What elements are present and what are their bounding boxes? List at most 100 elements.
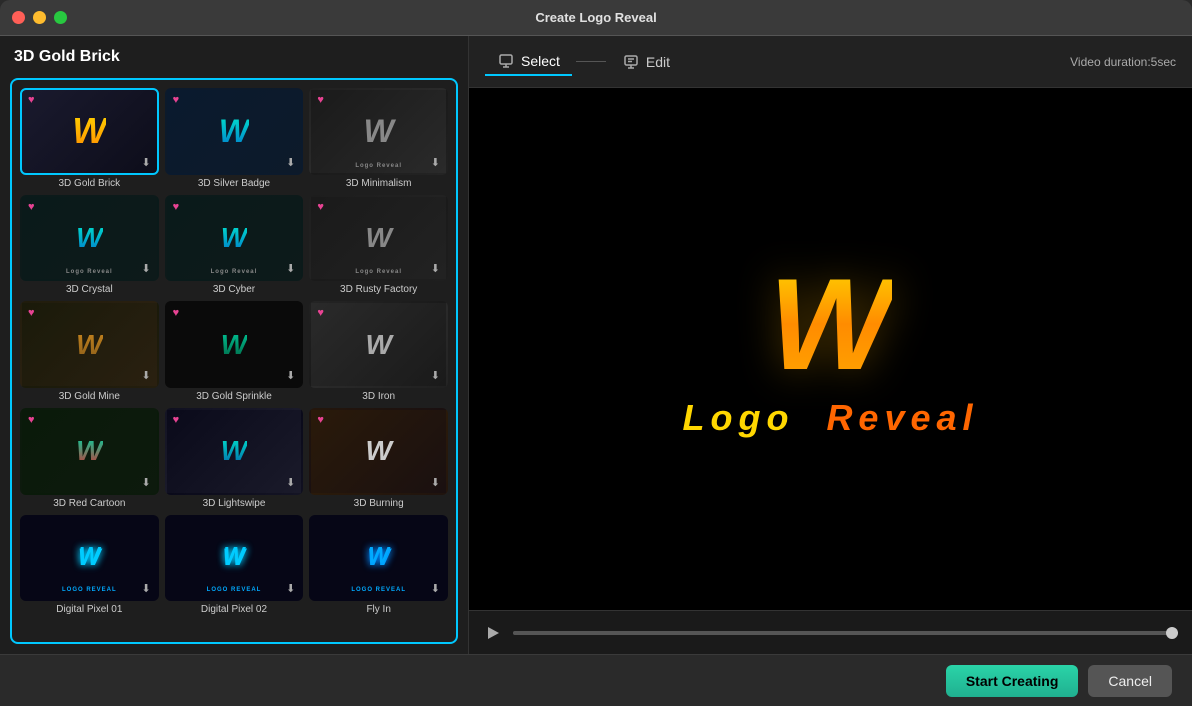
template-thumb: ♥ ⬇ [309,301,448,388]
steps-nav: Select Edit [485,48,1070,76]
maximize-button[interactable] [54,11,67,24]
select-icon [497,52,515,70]
download-icon: ⬇ [431,476,440,489]
template-thumb: ♥ ⬇ [165,301,304,388]
heart-icon: ♥ [28,94,35,106]
template-item-3d-gold-mine[interactable]: ♥ ⬇ 3D Gold Mine [20,301,159,402]
heart-icon: ♥ [28,307,35,319]
heart-icon: ♥ [173,307,180,319]
play-button[interactable] [483,623,503,643]
download-icon: ⬇ [431,582,440,595]
template-label: 3D Silver Badge [198,178,270,189]
download-icon: ⬇ [286,156,295,169]
logo-reveal-label: LOGO REVEAL [351,587,406,593]
template-item-fly-in[interactable]: W LOGO REVEAL ⬇ Fly In [309,515,448,616]
template-item-digital-pixel-02[interactable]: W LOGO REVEAL ⬇ Digital Pixel 02 [165,515,304,616]
step-select[interactable]: Select [485,48,572,76]
heart-icon: ♥ [173,414,180,426]
template-item-3d-minimalism[interactable]: ♥ Logo Reveal ⬇ 3D Minimalism [309,88,448,189]
heart-icon: ♥ [28,414,35,426]
template-label: 3D Red Cartoon [53,498,125,509]
template-item-3d-burning[interactable]: ♥ ⬇ 3D Burning [309,408,448,509]
template-item-3d-gold-brick[interactable]: ♥ ⬇ 3D Gold Brick [20,88,159,189]
download-icon: ⬇ [431,262,440,275]
logo-reveal-label: Logo Reveal [355,269,402,275]
heart-icon: ♥ [317,414,324,426]
progress-knob[interactable] [1166,627,1178,639]
template-item-3d-crystal[interactable]: ♥ Logo Reveal ⬇ 3D Crystal [20,195,159,296]
template-label: Fly In [366,604,390,615]
download-icon: ⬇ [141,156,150,169]
template-label: 3D Cyber [213,284,255,295]
template-thumb: W LOGO REVEAL ⬇ [309,515,448,602]
templates-grid-wrapper: ♥ ⬇ 3D Gold Brick ♥ ⬇ 3D Silver Badge ♥ [10,78,458,644]
progress-fill [513,631,1178,635]
download-icon: ⬇ [286,582,295,595]
template-thumb: ♥ ⬇ [165,88,304,175]
download-icon: ⬇ [286,476,295,489]
left-panel: 3D Gold Brick ♥ ⬇ 3D Gold Brick ♥ ⬇ 3D [0,36,468,654]
heart-icon: ♥ [173,201,180,213]
preview-logo-text: Logo Reveal [682,397,978,439]
download-icon: ⬇ [286,369,295,382]
templates-grid: ♥ ⬇ 3D Gold Brick ♥ ⬇ 3D Silver Badge ♥ [20,88,448,615]
step-select-label: Select [521,53,560,69]
minimize-button[interactable] [33,11,46,24]
template-thumb: ♥ Logo Reveal ⬇ [165,195,304,282]
template-item-digital-pixel-01[interactable]: W LOGO REVEAL ⬇ Digital Pixel 01 [20,515,159,616]
step-connector [576,61,606,62]
template-item-3d-lightswipe[interactable]: ♥ ⬇ 3D Lightswipe [165,408,304,509]
logo-text-part2: Reveal [826,397,978,438]
template-item-3d-cyber[interactable]: ♥ Logo Reveal ⬇ 3D Cyber [165,195,304,296]
template-label: 3D Gold Sprinkle [196,391,272,402]
bottom-bar: Start Creating Cancel [0,654,1192,706]
heart-icon: ♥ [173,94,180,106]
template-thumb: ♥ Logo Reveal ⬇ [309,195,448,282]
download-icon: ⬇ [431,156,440,169]
close-button[interactable] [12,11,25,24]
template-item-3d-gold-sprinkle[interactable]: ♥ ⬇ 3D Gold Sprinkle [165,301,304,402]
right-panel: Select Edit Video [468,36,1192,654]
template-thumb: ♥ ⬇ [20,88,159,175]
window-title: Create Logo Reveal [535,10,656,25]
window-controls [12,11,67,24]
template-label: 3D Gold Brick [58,178,120,189]
cancel-button[interactable]: Cancel [1088,665,1172,697]
logo-reveal-preview: W Logo Reveal [682,259,978,439]
preview-logo-letter: W [769,259,892,389]
download-icon: ⬇ [141,476,150,489]
main-content: 3D Gold Brick ♥ ⬇ 3D Gold Brick ♥ ⬇ 3D [0,36,1192,654]
title-bar: Create Logo Reveal [0,0,1192,36]
template-thumb: ♥ ⬇ [20,301,159,388]
logo-reveal-label: Logo Reveal [66,269,113,275]
template-item-3d-iron[interactable]: ♥ ⬇ 3D Iron [309,301,448,402]
download-icon: ⬇ [286,262,295,275]
download-icon: ⬇ [431,369,440,382]
template-label: 3D Minimalism [346,178,412,189]
template-label: 3D Gold Mine [59,391,120,402]
progress-bar[interactable] [513,631,1178,635]
video-preview: W Logo Reveal [469,88,1192,610]
template-item-3d-red-cartoon[interactable]: ♥ ⬇ 3D Red Cartoon [20,408,159,509]
template-label: Digital Pixel 01 [56,604,122,615]
start-creating-button[interactable]: Start Creating [946,665,1079,697]
template-label: 3D Burning [354,498,404,509]
step-edit-label: Edit [646,54,670,70]
logo-reveal-label: LOGO REVEAL [207,587,262,593]
video-controls-bar [469,610,1192,654]
template-label: 3D Iron [362,391,395,402]
template-item-3d-rusty-factory[interactable]: ♥ Logo Reveal ⬇ 3D Rusty Factory [309,195,448,296]
panel-title: 3D Gold Brick [10,46,458,68]
template-label: 3D Crystal [66,284,113,295]
logo-reveal-label: Logo Reveal [355,163,402,169]
template-thumb: ♥ ⬇ [165,408,304,495]
step-edit[interactable]: Edit [610,49,682,75]
template-thumb: ♥ Logo Reveal ⬇ [20,195,159,282]
download-icon: ⬇ [141,262,150,275]
download-icon: ⬇ [141,582,150,595]
template-item-3d-silver-badge[interactable]: ♥ ⬇ 3D Silver Badge [165,88,304,189]
template-thumb: ♥ Logo Reveal ⬇ [309,88,448,175]
video-duration: Video duration:5sec [1070,55,1176,69]
heart-icon: ♥ [317,201,324,213]
logo-reveal-label: LOGO REVEAL [62,587,117,593]
